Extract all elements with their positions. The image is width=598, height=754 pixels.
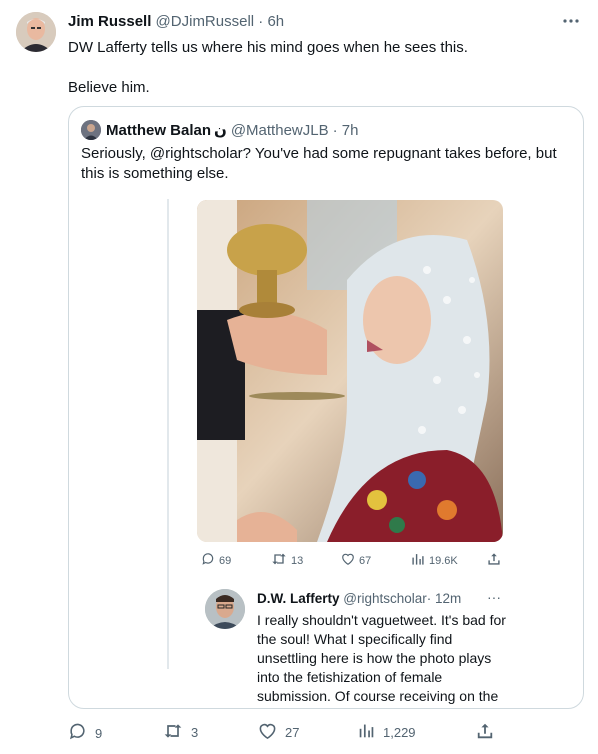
embedded-share[interactable] — [487, 552, 501, 569]
reply-author-name[interactable]: D.W. Lafferty — [257, 591, 340, 606]
views-count: 1,229 — [383, 724, 416, 740]
reply-icon — [201, 552, 215, 569]
reply-icon — [68, 722, 87, 744]
quoted-tweet[interactable]: Matthew Balan ن @MatthewJLB · 7h Serious… — [68, 106, 584, 709]
like-count: 27 — [285, 725, 300, 740]
communion-photo — [197, 200, 503, 542]
embedded-views-count: 19.6K — [429, 554, 458, 567]
embedded-screenshot[interactable]: 69 13 67 19.6K D.W. Lafferty @rightschol… — [167, 199, 507, 708]
heart-icon — [341, 552, 355, 569]
tweet-action-bar: 9 3 27 1,229 — [68, 722, 498, 742]
like-button[interactable]: 27 — [258, 722, 299, 743]
reply-author-avatar[interactable] — [205, 589, 245, 629]
tweet-header: Jim Russell @DJimRussell · 6h — [68, 13, 284, 30]
embedded-views[interactable]: 19.6K — [411, 552, 458, 569]
quoted-tweet-header: Matthew Balan ن @MatthewJLB · 7h — [81, 120, 358, 140]
author-handle[interactable]: @DJimRussell — [156, 13, 255, 30]
views-icon — [411, 552, 425, 569]
tweet-time[interactable]: · 6h — [258, 13, 284, 30]
reply-author-handle[interactable]: @rightscholar — [343, 591, 427, 606]
quoted-author-handle[interactable]: @MatthewJLB — [231, 122, 329, 139]
embedded-like-count: 67 — [359, 554, 372, 567]
retweet-icon — [271, 552, 287, 569]
thread-line — [167, 199, 169, 669]
reply-count: 9 — [95, 725, 103, 741]
retweet-icon — [163, 722, 183, 743]
embedded-reply-count: 69 — [219, 554, 232, 567]
views-button[interactable]: 1,229 — [358, 722, 416, 742]
quoted-author-avatar[interactable] — [81, 120, 101, 140]
embedded-action-bar: 69 13 67 19.6K — [201, 552, 501, 570]
embedded-like[interactable]: 67 — [341, 552, 371, 569]
reply-button[interactable]: 9 — [68, 722, 102, 744]
tweet: Jim Russell @DJimRussell · 6h DW Laffert… — [0, 0, 598, 754]
tweet-text-line1: DW Lafferty tells us where his mind goes… — [68, 39, 468, 56]
tweet-text-line2: Believe him. — [68, 79, 150, 96]
more-options-icon[interactable] — [560, 10, 582, 32]
share-button[interactable] — [476, 722, 494, 743]
heart-icon — [258, 722, 277, 743]
author-name[interactable]: Jim Russell — [68, 13, 151, 30]
quoted-author-name[interactable]: Matthew Balan — [106, 122, 211, 139]
share-icon — [476, 722, 494, 743]
retweet-count: 3 — [191, 725, 199, 740]
reply-time[interactable]: · 12m — [427, 591, 462, 606]
quoted-author-name-suffix: ن — [214, 122, 227, 139]
views-icon — [358, 722, 375, 742]
retweet-button[interactable]: 3 — [163, 722, 198, 743]
embedded-retweet[interactable]: 13 — [271, 552, 303, 569]
reply-more-icon[interactable]: ··· — [487, 589, 501, 605]
quoted-tweet-text: Seriously, @rightscholar? You've had som… — [81, 145, 557, 182]
reply-text: I really shouldn't vaguetweet. It's bad … — [257, 612, 506, 708]
embedded-retweet-count: 13 — [291, 554, 304, 567]
embedded-reply[interactable]: 69 — [201, 552, 231, 569]
author-avatar[interactable] — [16, 12, 56, 52]
reply-header: D.W. Lafferty @rightscholar· 12m — [257, 591, 461, 606]
share-icon — [487, 552, 501, 569]
quoted-tweet-time[interactable]: · 7h — [333, 122, 359, 139]
